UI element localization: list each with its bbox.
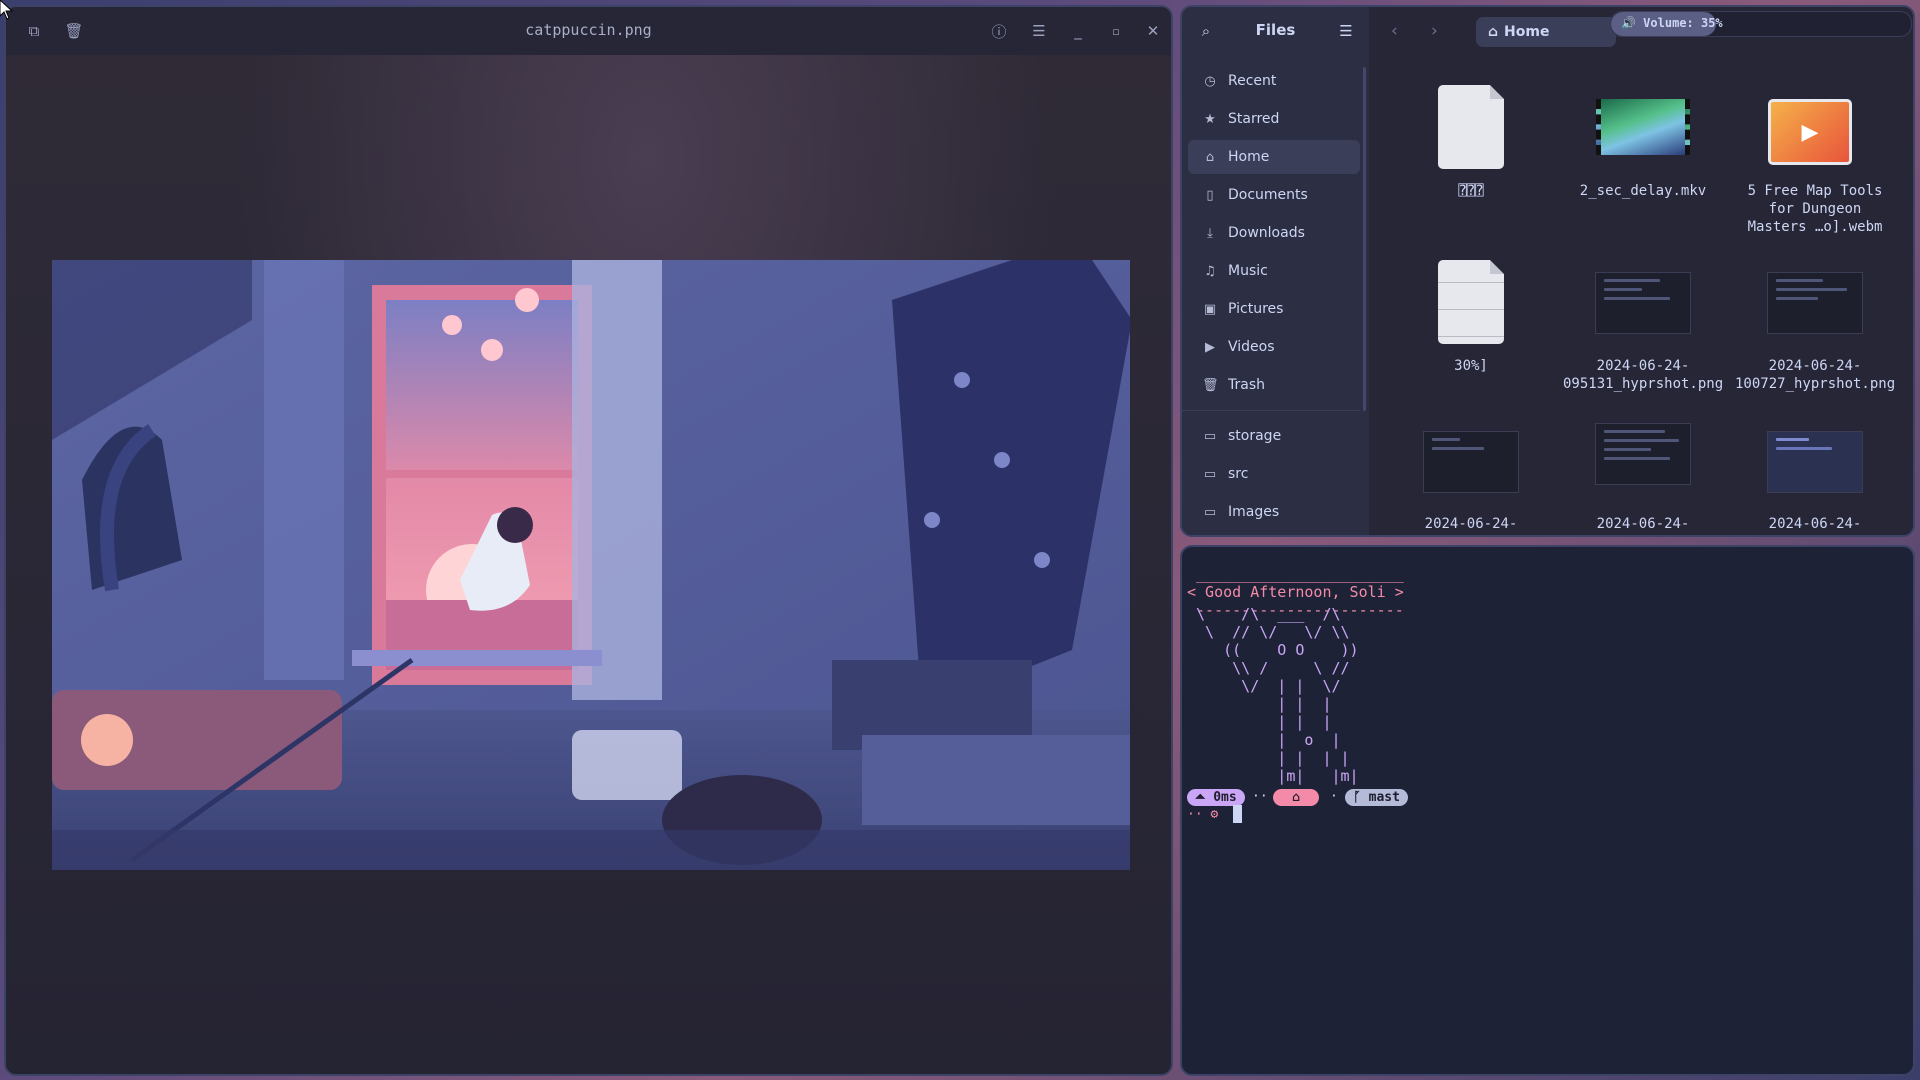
file-name: 30%] — [1454, 358, 1488, 374]
star-icon: ★ — [1204, 111, 1216, 127]
git-branch-icon: ᚵ — [1353, 790, 1369, 805]
play-icon: ▶ — [1768, 99, 1852, 165]
sidebar-item-label: Downloads — [1228, 225, 1305, 241]
music-icon: ♫ — [1204, 263, 1216, 279]
sidebar-item-label: Home — [1228, 149, 1270, 165]
hamburger-icon[interactable]: ☰ — [1025, 17, 1053, 45]
document-file-icon — [1438, 85, 1504, 169]
prompt-duration: 0ms — [1213, 790, 1237, 805]
prompt-separator: · — [1330, 789, 1338, 804]
speaker-icon: 🔊 — [1621, 16, 1644, 30]
prompt-duration-badge: ⏶ 0ms — [1187, 789, 1245, 806]
sidebar-item-starred[interactable]: ★ Starred — [1188, 102, 1360, 136]
file-name: 2024-06-24-100727_hyprshot.png — [1735, 358, 1896, 392]
sidebar-item-pictures[interactable]: ▣ Pictures — [1188, 292, 1360, 326]
sidebar-divider — [1182, 410, 1360, 411]
video-icon: ▶ — [1205, 339, 1215, 355]
sidebar-item-home[interactable]: ⌂ Home — [1188, 140, 1360, 174]
info-icon[interactable]: ⓘ — [985, 17, 1013, 45]
prompt-home-badge: ⌂ — [1273, 789, 1319, 806]
trash-icon[interactable]: 🗑 — [60, 17, 88, 45]
prompt-branch: mast — [1368, 790, 1400, 805]
trash-icon: 🗑 — [1202, 377, 1219, 393]
home-icon: ⌂ — [1205, 149, 1215, 165]
sidebar-item-trash[interactable]: 🗑 Trash — [1188, 368, 1360, 402]
minimize-icon[interactable]: _ — [1064, 17, 1092, 45]
sidebar-item-label: Videos — [1228, 339, 1275, 355]
sidebar-item-src[interactable]: ▭ src — [1188, 457, 1360, 491]
image-thumbnail-icon — [1595, 423, 1691, 485]
sidebar-item-documents[interactable]: ▯ Documents — [1188, 178, 1360, 212]
file-name: 2024-06-24-114235_hyprshot.png — [1563, 516, 1723, 535]
back-arrow-icon[interactable]: ‹ — [1391, 21, 1398, 41]
volume-indicator: 🔊 Volume: 35% — [1610, 11, 1912, 37]
forward-arrow-icon[interactable]: › — [1431, 21, 1438, 41]
displayed-image — [52, 260, 1130, 870]
text-file-icon — [1438, 260, 1504, 344]
hamburger-icon[interactable]: ☰ — [1332, 17, 1360, 45]
home-icon: ⌂ — [1488, 24, 1499, 40]
folder-icon: ▭ — [1203, 504, 1217, 520]
timer-icon: ⏶ — [1195, 790, 1214, 805]
volume-label: 🔊 Volume: 35% — [1621, 16, 1723, 30]
breadcrumb-home: Home — [1504, 24, 1550, 40]
file-name: 2_sec_delay.mkv — [1579, 183, 1707, 199]
mouse-pointer-icon — [0, 0, 14, 20]
video-thumbnail-icon — [1596, 99, 1690, 155]
terminal-window[interactable]: _______________________ < Good Afternoon… — [1180, 545, 1915, 1076]
files-content: ‹ › ⌂ Home ⍰⍰⍰ 2_sec_delay.mkv ▶ 5 Free … — [1369, 7, 1913, 535]
sidebar-scrollbar[interactable] — [1363, 67, 1366, 411]
viewer-titlebar: ⧉ 🗑 catppuccin.png ⓘ ☰ _ ▫ ✕ — [6, 7, 1171, 55]
volume-text: Volume: 35% — [1643, 16, 1723, 30]
prompt-line: ·· ⚙ — [1187, 807, 1219, 822]
breadcrumb[interactable]: ⌂ Home — [1476, 17, 1616, 47]
search-icon[interactable]: ⌕ — [1192, 17, 1220, 45]
sidebar-item-downloads[interactable]: ⤓ Downloads — [1188, 216, 1360, 250]
image-thumbnail-icon — [1423, 431, 1519, 493]
sidebar-item-label: Starred — [1228, 111, 1280, 127]
sidebar-item-label: Trash — [1228, 377, 1265, 393]
file-name: 2024-06-24-100932_hyprshot.png — [1391, 516, 1551, 535]
download-icon: ⤓ — [1207, 225, 1213, 241]
terminal-ascii-art: \ /\ ___ /\ \ // \/ \/ \\ (( O O )) \\ /… — [1196, 605, 1359, 785]
files-title: Files — [1255, 21, 1296, 39]
sidebar-item-recent[interactable]: ◷ Recent — [1188, 64, 1360, 98]
prompt-git-badge: ᚵ mast — [1345, 789, 1408, 806]
sidebar-item-videos[interactable]: ▶ Videos — [1188, 330, 1360, 364]
file-name: ⍰⍰⍰ — [1458, 183, 1484, 199]
clock-icon: ◷ — [1204, 73, 1216, 89]
picture-icon: ▣ — [1203, 301, 1217, 317]
sidebar-item-storage[interactable]: ▭ storage — [1188, 419, 1360, 453]
folder-icon: ▭ — [1203, 428, 1217, 444]
document-icon: ▯ — [1206, 187, 1214, 203]
prompt-separator: ·· — [1252, 789, 1268, 804]
sidebar-item-images[interactable]: ▭ Images — [1188, 495, 1360, 529]
file-name: 5 Free Map Tools for Dungeon Masters …o]… — [1747, 183, 1883, 235]
sidebar-item-label: Images — [1228, 504, 1280, 520]
file-name: 2024-06-24-095131_hyprshot.png — [1563, 358, 1724, 392]
sidebar-item-label: Recent — [1228, 73, 1277, 89]
files-header: ⌕ Files ☰ — [1182, 7, 1369, 55]
sidebar-item-label: src — [1228, 466, 1249, 482]
sidebar-item-label: Music — [1228, 263, 1268, 279]
folder-icon: ▭ — [1203, 466, 1217, 482]
copy-icon[interactable]: ⧉ — [20, 17, 48, 45]
home-icon: ⌂ — [1292, 790, 1300, 805]
image-thumbnail-icon — [1595, 272, 1691, 334]
image-viewer-window: ⧉ 🗑 catppuccin.png ⓘ ☰ _ ▫ ✕ — [4, 5, 1173, 1076]
files-window: ⌕ Files ☰ ◷ Recent ★ Starred ⌂ Home ▯ Do… — [1180, 5, 1915, 537]
sidebar-item-label: Pictures — [1228, 301, 1284, 317]
sidebar-item-music[interactable]: ♫ Music — [1188, 254, 1360, 288]
file-name: 2024-06-24-120559_hyprshot.png — [1735, 516, 1895, 535]
image-thumbnail-icon — [1767, 272, 1863, 334]
files-sidebar: ⌕ Files ☰ ◷ Recent ★ Starred ⌂ Home ▯ Do… — [1182, 7, 1369, 535]
close-icon[interactable]: ✕ — [1139, 17, 1167, 45]
maximize-icon[interactable]: ▫ — [1102, 17, 1130, 45]
image-thumbnail-icon — [1767, 431, 1863, 493]
terminal-cursor — [1233, 805, 1242, 823]
sidebar-item-label: Documents — [1228, 187, 1308, 203]
sidebar-item-label: storage — [1228, 428, 1282, 444]
